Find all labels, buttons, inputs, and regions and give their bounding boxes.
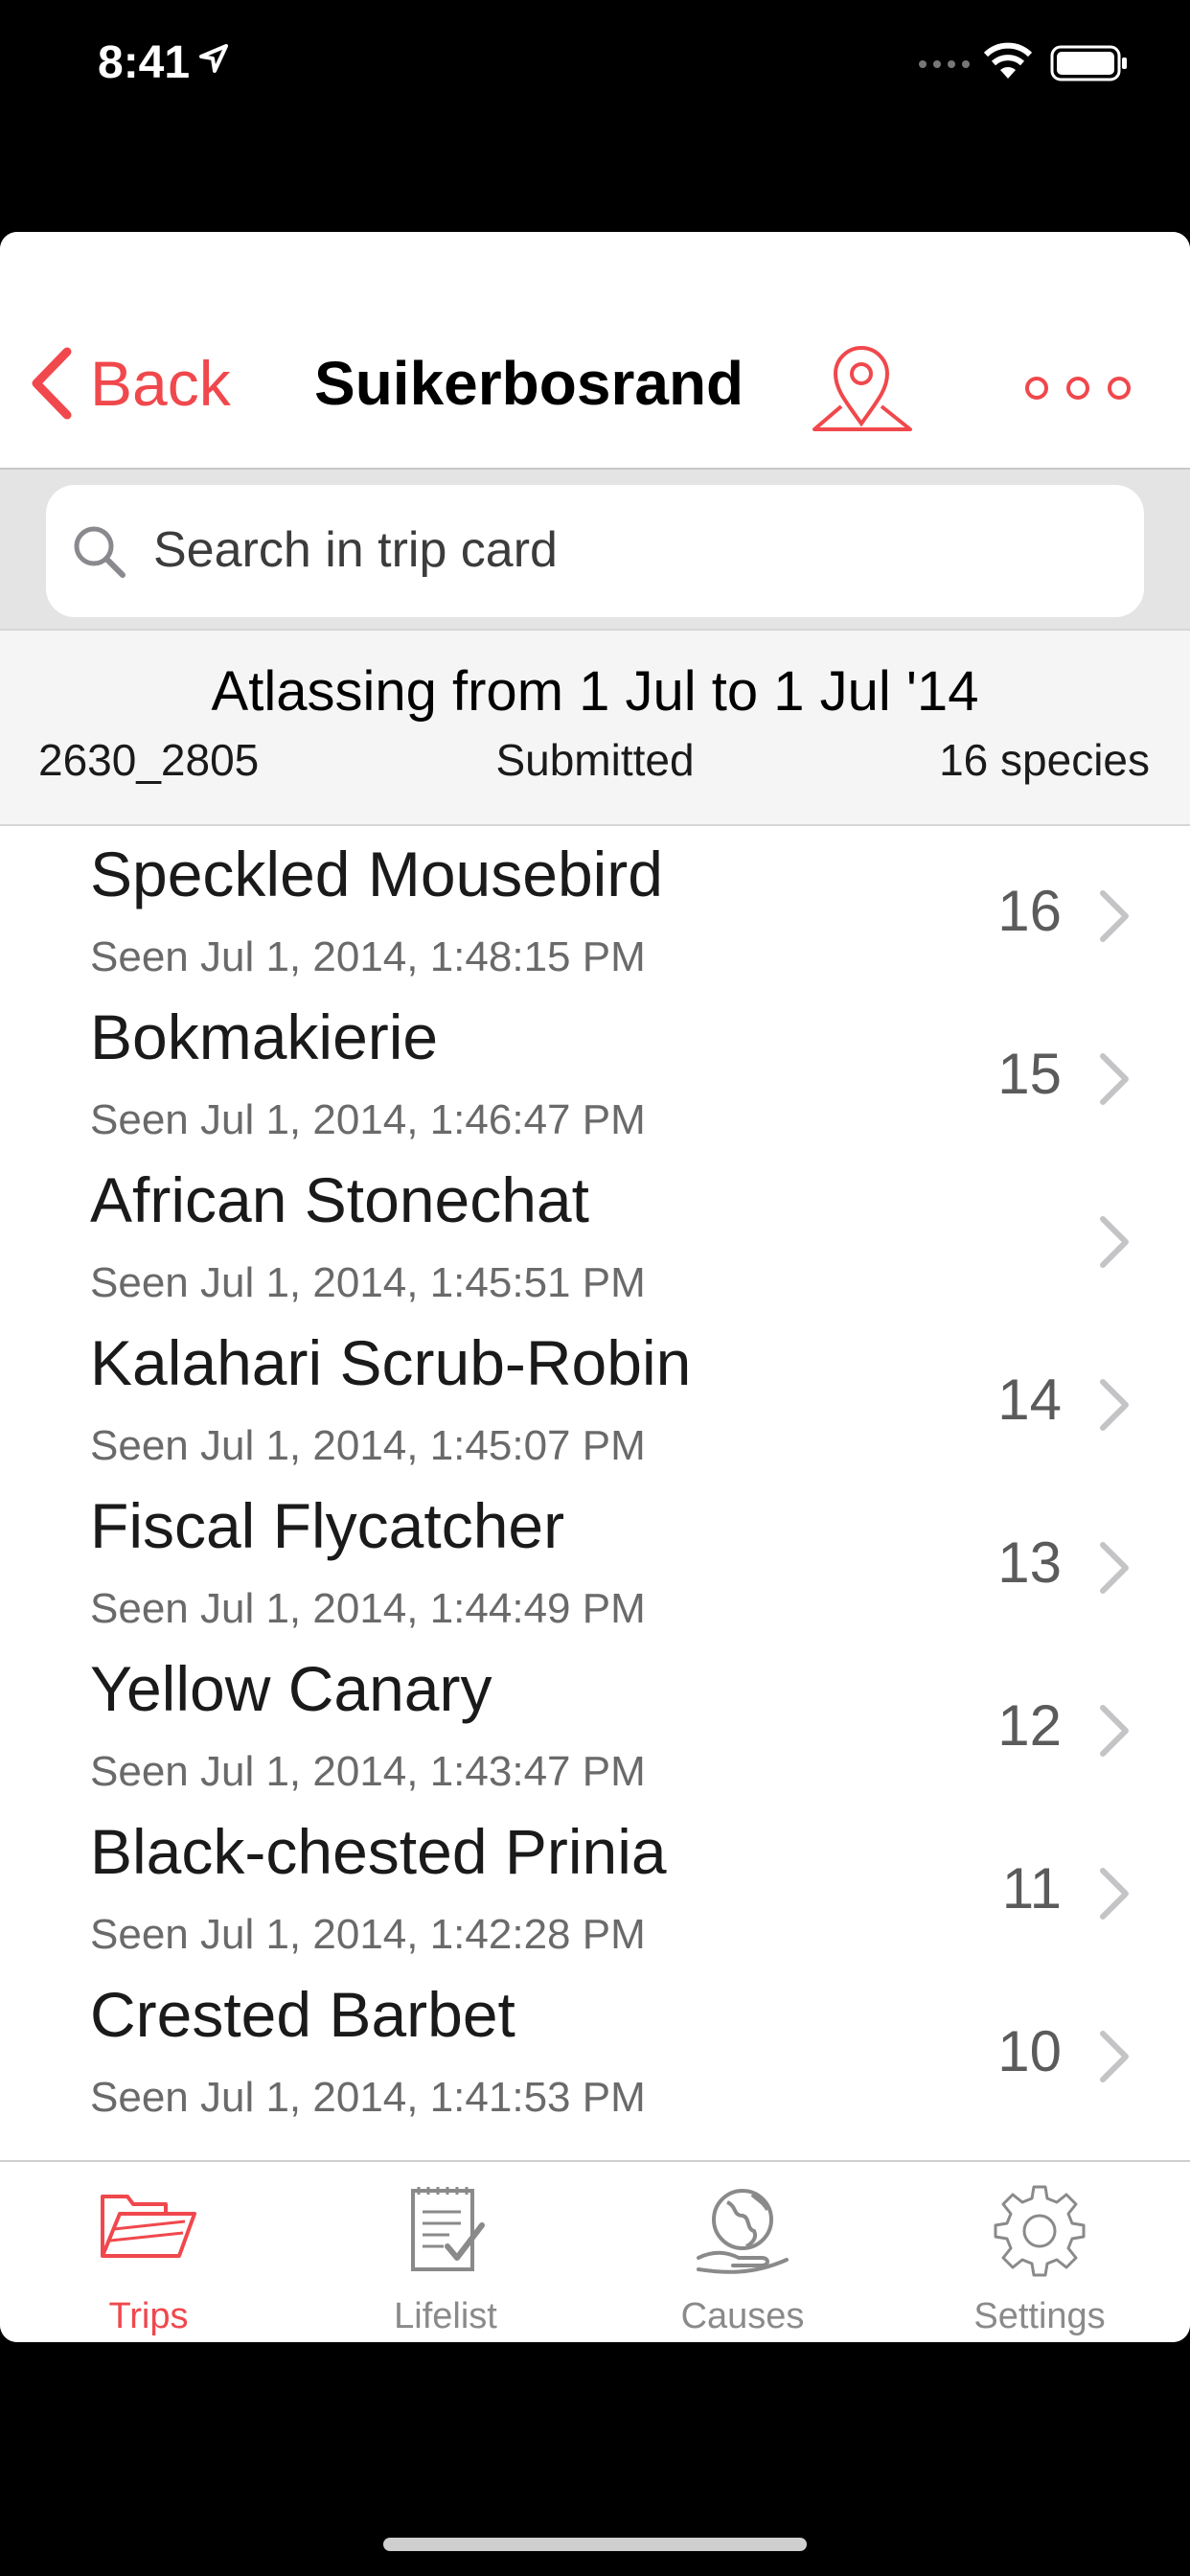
chevron-right-icon <box>1100 1868 1129 1920</box>
chevron-right-icon <box>1100 1379 1129 1431</box>
species-name: Kalahari Scrub-Robin <box>90 1327 692 1398</box>
list-item[interactable]: Speckled Mousebird Seen Jul 1, 2014, 1:4… <box>0 826 1190 989</box>
battery-icon <box>1050 45 1127 81</box>
navigation-bar: Back Suikerbosrand <box>0 232 1190 470</box>
list-item[interactable]: Black-chested Prinia Seen Jul 1, 2014, 1… <box>0 1804 1190 1966</box>
back-button[interactable]: Back <box>29 347 231 420</box>
trip-title: Atlassing from 1 Jul to 1 Jul '14 <box>211 660 979 723</box>
tab-label: Causes <box>680 2296 805 2336</box>
chevron-left-icon <box>32 347 72 420</box>
list-item[interactable]: Fiscal Flycatcher Seen Jul 1, 2014, 1:44… <box>0 1478 1190 1641</box>
tab-settings[interactable]: Settings <box>891 2162 1188 2342</box>
tab-bar: Trips Lifelist Causes Settings <box>0 2160 1190 2342</box>
gear-icon <box>994 2185 1086 2277</box>
tab-lifelist[interactable]: Lifelist <box>297 2162 594 2342</box>
species-count: 16 species <box>939 735 1150 785</box>
seen-time: Seen Jul 1, 2014, 1:45:07 PM <box>90 1422 646 1469</box>
sequence-number: 12 <box>997 1693 1062 1758</box>
sequence-number: 14 <box>997 1368 1062 1432</box>
map-pin-icon[interactable] <box>807 337 918 433</box>
seen-time: Seen Jul 1, 2014, 1:43:47 PM <box>90 1748 646 1795</box>
status-time: 8:41 <box>98 37 191 88</box>
tab-causes[interactable]: Causes <box>594 2162 891 2342</box>
search-bar: Search in trip card <box>0 470 1190 629</box>
page-title: Suikerbosrand <box>314 349 744 418</box>
seen-time: Seen Jul 1, 2014, 1:46:47 PM <box>90 1096 646 1143</box>
sequence-number: 11 <box>1001 1856 1062 1920</box>
globe-hand-icon <box>697 2189 789 2274</box>
search-input[interactable]: Search in trip card <box>46 485 1144 617</box>
home-indicator[interactable] <box>383 2538 807 2551</box>
sequence-number: 16 <box>997 879 1062 943</box>
seen-time: Seen Jul 1, 2014, 1:42:28 PM <box>90 1911 646 1958</box>
chevron-right-icon <box>1100 1053 1129 1105</box>
wifi-icon <box>983 42 1033 79</box>
sequence-number: 15 <box>997 1042 1062 1106</box>
tab-label: Settings <box>973 2296 1106 2336</box>
chevron-right-icon <box>1100 890 1129 942</box>
species-name: Crested Barbet <box>90 1979 515 2050</box>
seen-time: Seen Jul 1, 2014, 1:44:49 PM <box>90 1585 646 1632</box>
search-icon <box>74 526 126 578</box>
tab-label: Lifelist <box>394 2296 497 2336</box>
species-name: African Stonechat <box>90 1164 589 1235</box>
chevron-right-icon <box>1100 2031 1129 2082</box>
sequence-number: 10 <box>997 2019 1062 2083</box>
search-placeholder: Search in trip card <box>153 522 558 578</box>
seen-time: Seen Jul 1, 2014, 1:45:51 PM <box>90 1259 646 1306</box>
list-item[interactable]: Kalahari Scrub-Robin Seen Jul 1, 2014, 1… <box>0 1315 1190 1478</box>
chevron-right-icon <box>1100 1705 1129 1757</box>
location-arrow-icon <box>199 44 228 73</box>
back-label: Back <box>90 348 231 419</box>
more-options-icon[interactable] <box>1023 374 1134 402</box>
list-item[interactable]: Yellow Canary Seen Jul 1, 2014, 1:43:47 … <box>0 1641 1190 1804</box>
species-name: Bokmakierie <box>90 1001 439 1072</box>
trip-summary: Atlassing from 1 Jul to 1 Jul '14 2630_2… <box>0 629 1190 826</box>
species-name: Black-chested Prinia <box>90 1816 667 1887</box>
species-list: Speckled Mousebird Seen Jul 1, 2014, 1:4… <box>0 826 1190 2342</box>
tab-trips[interactable]: Trips <box>0 2162 297 2342</box>
species-name: Speckled Mousebird <box>90 839 663 909</box>
checklist-icon <box>411 2187 485 2271</box>
list-item[interactable]: Crested Barbet Seen Jul 1, 2014, 1:41:53… <box>0 1966 1190 2129</box>
chevron-right-icon <box>1100 1216 1129 1268</box>
seen-time: Seen Jul 1, 2014, 1:48:15 PM <box>90 933 646 980</box>
list-item[interactable]: African Stonechat Seen Jul 1, 2014, 1:45… <box>0 1152 1190 1315</box>
list-item[interactable]: Bokmakierie Seen Jul 1, 2014, 1:46:47 PM… <box>0 989 1190 1152</box>
folder-icon <box>101 2195 196 2258</box>
signal-icon <box>919 60 970 68</box>
trip-card-sheet: Back Suikerbosrand Search in trip card A… <box>0 232 1190 2342</box>
sequence-number: 13 <box>997 1530 1062 1595</box>
status-bar: 8:41 <box>0 0 1190 134</box>
species-name: Fiscal Flycatcher <box>90 1490 565 1561</box>
seen-time: Seen Jul 1, 2014, 1:41:53 PM <box>90 2074 646 2121</box>
species-name: Yellow Canary <box>90 1653 492 1724</box>
tab-label: Trips <box>108 2296 189 2336</box>
chevron-right-icon <box>1100 1542 1129 1594</box>
